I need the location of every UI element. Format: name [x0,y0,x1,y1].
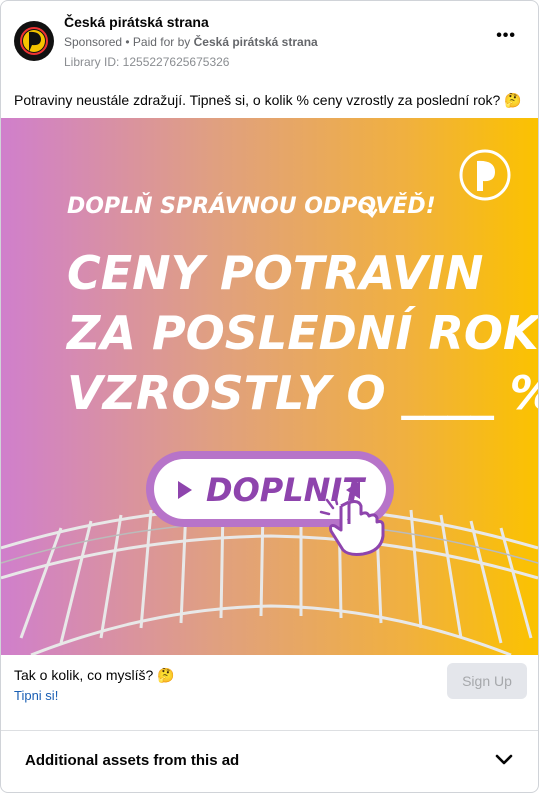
arrow-down-icon [360,201,378,218]
sign-up-button[interactable]: Sign Up [447,663,527,699]
sponsored-label: Sponsored [64,35,123,49]
creative-line-2: ZA POSLEDNÍ ROK [67,306,538,360]
paid-for-by: Česká pirátská strana [193,35,318,49]
ad-card: Česká pirátská strana Sponsored • Paid f… [0,0,539,793]
avatar[interactable] [14,21,54,61]
creative-line-1: CENY POTRAVIN [67,246,484,300]
pirate-logo-icon [459,149,511,201]
more-options-icon[interactable]: ••• [496,27,516,45]
pirate-party-logo-icon [15,22,53,60]
pointer-hand-icon [319,496,385,556]
cta-link[interactable]: Tipni si! [14,688,175,703]
post-text: Potraviny neustále zdražují. Tipneš si, … [14,92,522,108]
creative-line-3: VZROSTLY O ____ %. [67,366,538,420]
chevron-down-icon[interactable] [495,751,513,769]
library-id: Library ID: 1255227625675326 [64,55,230,69]
triangle-right-icon [178,481,192,499]
page-name[interactable]: Česká pirátská strana [64,14,209,30]
additional-assets-toggle[interactable]: Additional assets from this ad [1,731,538,792]
sponsored-meta: Sponsored • Paid for by Česká pirátská s… [64,35,318,49]
paid-for-prefix: • Paid for by [122,35,194,49]
ad-creative-image[interactable]: DOPLŇ SPRÁVNOU ODPOVĚĎ! CENY POTRAVIN ZA… [1,118,538,655]
ad-header: Česká pirátská strana Sponsored • Paid f… [1,1,538,81]
creative-tagline: DOPLŇ SPRÁVNOU ODPOVĚĎ! [67,194,436,219]
cta-text-block: Tak o kolik, co myslíš? 🤔 Tipni si! [14,667,175,703]
additional-assets-label: Additional assets from this ad [25,752,240,769]
cta-headline: Tak o kolik, co myslíš? 🤔 [14,667,175,683]
